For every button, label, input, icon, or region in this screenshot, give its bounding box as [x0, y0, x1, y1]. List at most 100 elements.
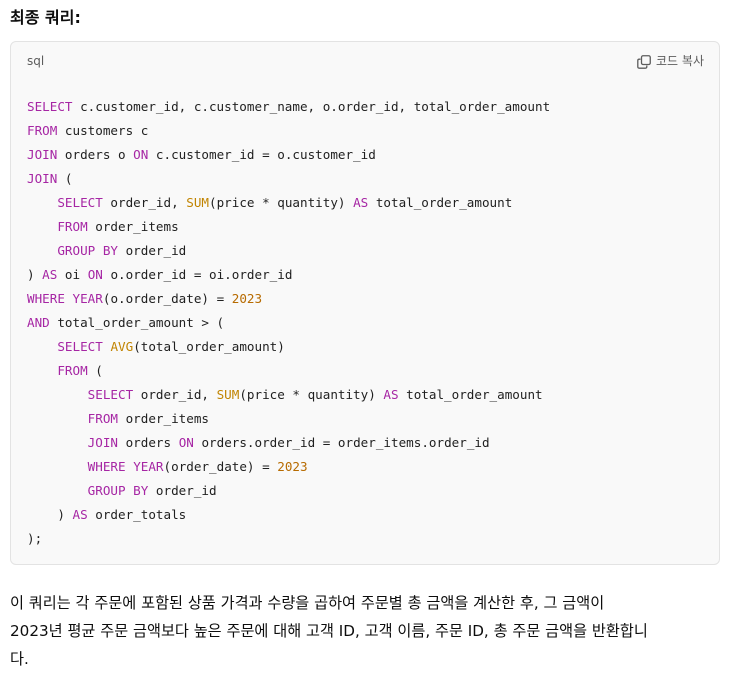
- code-text: orders.order_id = order_items.order_id: [193, 435, 490, 450]
- code-line: ) AS order_totals: [27, 503, 550, 527]
- code-line: FROM order_items: [27, 407, 550, 431]
- code-line: FROM (: [27, 359, 550, 383]
- code-keyword: ON: [178, 435, 194, 450]
- code-line: ) AS oi ON o.order_id = oi.order_id: [27, 263, 550, 287]
- code-text: (o.order_date) =: [102, 291, 232, 306]
- code-keyword: AND: [27, 315, 50, 330]
- code-function: SUM: [216, 387, 240, 402]
- code-keyword: FROM: [27, 123, 58, 138]
- explanation-line: 다.: [10, 650, 29, 668]
- code-block-header: sql 코드 복사: [11, 42, 719, 80]
- code-keyword: AS: [383, 387, 399, 402]
- code-text: order_items: [118, 411, 210, 426]
- code-line: GROUP BY order_id: [27, 479, 550, 503]
- code-text: );: [27, 531, 43, 546]
- code-keyword: FROM: [87, 411, 119, 426]
- code-line: JOIN orders o ON c.customer_id = o.custo…: [27, 143, 550, 167]
- code-line: );: [27, 527, 550, 551]
- code-text: order_items: [87, 219, 179, 234]
- code-function: SUM: [186, 195, 209, 210]
- code-text: o.order_id = oi.order_id: [102, 267, 293, 282]
- code-text: total_order_amount: [398, 387, 543, 402]
- code-line: SELECT order_id, SUM(price * quantity) A…: [27, 383, 550, 407]
- code-line: SELECT order_id, SUM(price * quantity) A…: [27, 191, 550, 215]
- code-line: JOIN (: [27, 167, 550, 191]
- code-keyword: ON: [87, 267, 103, 282]
- code-keyword: SELECT: [27, 99, 73, 114]
- code-line: WHERE YEAR(order_date) = 2023: [27, 455, 550, 479]
- code-keyword: SELECT: [57, 195, 103, 210]
- code-line: SELECT AVG(total_order_amount): [27, 335, 550, 359]
- code-keyword: GROUP BY: [57, 243, 119, 258]
- code-keyword: JOIN: [87, 435, 119, 450]
- code-text: (order_date) =: [163, 459, 278, 474]
- code-block: sql 코드 복사 SELECT c.customer_id, c.custom…: [10, 41, 720, 565]
- code-text: ): [27, 507, 73, 522]
- code-keyword: SELECT: [87, 387, 134, 402]
- code-keyword: WHERE: [87, 459, 126, 474]
- code-keyword: AS: [72, 507, 88, 522]
- code-text: oi: [57, 267, 88, 282]
- explanation-line: 2023년 평균 주문 금액보다 높은 주문에 대해 고객 ID, 고객 이름,…: [10, 622, 648, 640]
- code-keyword: JOIN: [27, 147, 58, 162]
- explanation-line: 이 쿼리는 각 주문에 포함된 상품 가격과 수량을 곱하여 주문별 총 금액을…: [10, 594, 605, 612]
- code-keyword: JOIN: [27, 171, 58, 186]
- code-keyword: ON: [133, 147, 149, 162]
- code-text: total_order_amount: [368, 195, 513, 210]
- code-line: SELECT c.customer_id, c.customer_name, o…: [27, 95, 550, 119]
- code-text: (price * quantity): [239, 387, 384, 402]
- code-text: (total_order_amount): [133, 339, 285, 354]
- code-keyword: AS: [42, 267, 58, 282]
- code-line: FROM customers c: [27, 119, 550, 143]
- code-keyword: AS: [353, 195, 369, 210]
- code-text: customers c: [57, 123, 149, 138]
- code-text: total_order_amount > (: [49, 315, 225, 330]
- code-text: (: [57, 171, 73, 186]
- code-line: WHERE YEAR(o.order_date) = 2023: [27, 287, 550, 311]
- copy-code-button[interactable]: 코드 복사: [637, 51, 704, 71]
- explanation-paragraph: 이 쿼리는 각 주문에 포함된 상품 가격과 수량을 곱하여 주문별 총 금액을…: [10, 589, 726, 673]
- code-line: AND total_order_amount > (: [27, 311, 550, 335]
- code-number: 2023: [277, 459, 308, 474]
- code-language-label: sql: [27, 54, 45, 68]
- code-keyword: GROUP BY: [87, 483, 149, 498]
- code-line: GROUP BY order_id: [27, 239, 550, 263]
- code-text: orders: [118, 435, 179, 450]
- code-text: c.customer_id, c.customer_name, o.order_…: [72, 99, 551, 114]
- section-heading: 최종 쿼리:: [10, 8, 81, 27]
- code-text: order_id,: [102, 195, 187, 210]
- code-keyword: YEAR: [133, 459, 164, 474]
- code-function: AVG: [110, 339, 134, 354]
- code-line: FROM order_items: [27, 215, 550, 239]
- code-line: JOIN orders ON orders.order_id = order_i…: [27, 431, 550, 455]
- code-text: order_id,: [133, 387, 217, 402]
- copy-code-label: 코드 복사: [656, 54, 704, 68]
- code-number: 2023: [231, 291, 263, 306]
- code-text: (: [87, 363, 103, 378]
- code-keyword: SELECT: [57, 339, 103, 354]
- code-text: ): [27, 267, 43, 282]
- code-keyword: YEAR: [72, 291, 103, 306]
- code-keyword: WHERE: [27, 291, 65, 306]
- code-keyword: FROM: [57, 363, 88, 378]
- code-text: order_totals: [87, 507, 187, 522]
- code-text: order_id: [148, 483, 217, 498]
- code-text: order_id: [118, 243, 187, 258]
- code-text: (price * quantity): [209, 195, 354, 210]
- sql-code: SELECT c.customer_id, c.customer_name, o…: [27, 95, 550, 551]
- code-keyword: FROM: [57, 219, 88, 234]
- copy-icon: [637, 54, 651, 69]
- code-text: c.customer_id = o.customer_id: [148, 147, 376, 162]
- code-text: orders o: [57, 147, 134, 162]
